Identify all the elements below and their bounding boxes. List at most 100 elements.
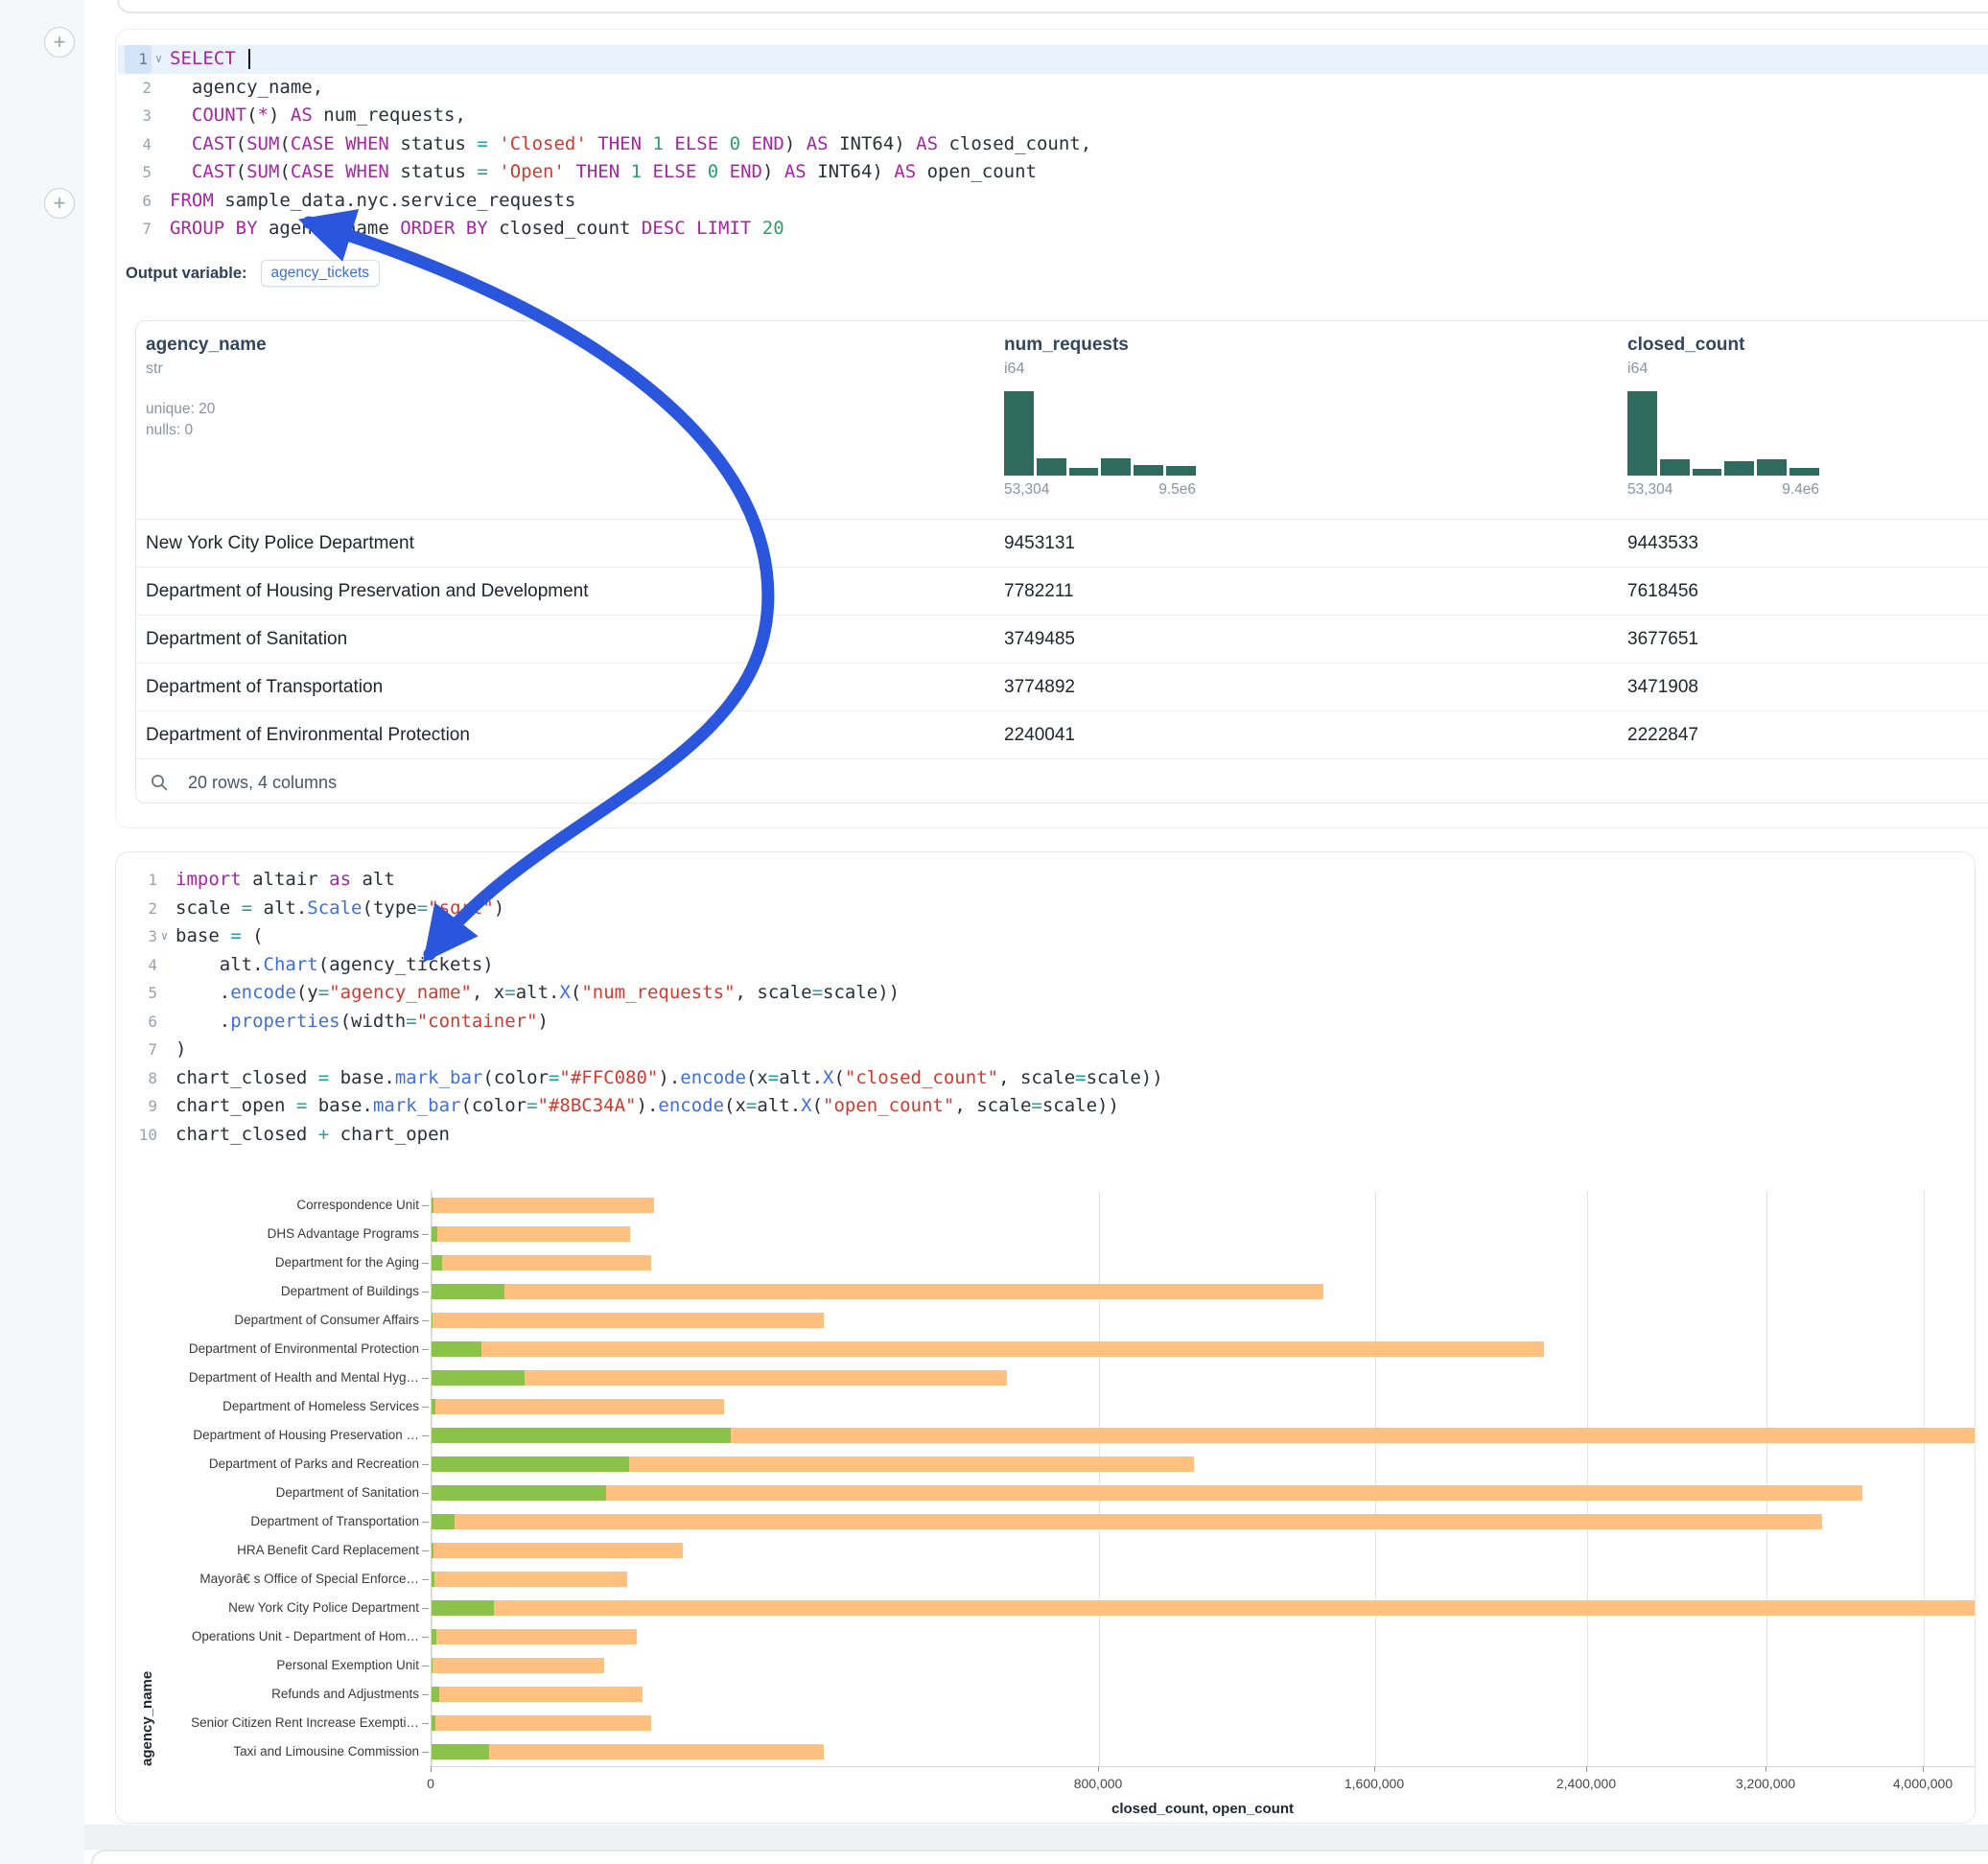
y-tick-mark [422, 1637, 429, 1638]
bar-open-count[interactable] [432, 1572, 434, 1587]
bar-open-count[interactable] [432, 1629, 436, 1644]
code-line-5[interactable]: 5 .encode(y="agency_name", x=alt.X("num_… [124, 979, 1975, 1008]
bar-closed-count[interactable] [432, 1255, 651, 1270]
bar-closed-count[interactable] [432, 1399, 724, 1414]
bar-open-count[interactable] [432, 1341, 481, 1357]
bar-open-count[interactable] [432, 1226, 437, 1242]
table-row[interactable]: New York City Police Department945313194… [136, 520, 1988, 568]
bar-closed-count[interactable] [432, 1284, 1323, 1299]
python-cell[interactable]: 1import altair as alt2scale = alt.Scale(… [115, 851, 1976, 1824]
code-line-8[interactable]: 8chart_closed = base.mark_bar(color="#FF… [124, 1064, 1975, 1093]
x-gridline [1924, 1191, 1925, 1766]
table-cell: Department of Housing Preservation and D… [146, 581, 589, 602]
bar-open-count[interactable] [432, 1284, 504, 1299]
y-axis-label: DHS Advantage Programs [116, 1226, 419, 1241]
y-axis-label: Mayorâ€ s Office of Special Enforce… [116, 1572, 419, 1586]
y-axis-label: Department for the Aging [116, 1255, 419, 1270]
y-tick-mark [422, 1320, 429, 1321]
bar-open-count[interactable] [432, 1658, 433, 1673]
bar-closed-count[interactable] [432, 1572, 627, 1587]
bar-closed-count[interactable] [432, 1198, 654, 1213]
y-tick-mark [422, 1579, 429, 1580]
code-line-3[interactable]: 3 COUNT(*) AS num_requests, [118, 102, 1988, 130]
bar-open-count[interactable] [432, 1600, 494, 1616]
column-header-closed_count[interactable]: closed_counti6453,3049.4e6 [1627, 335, 1819, 499]
bar-closed-count[interactable] [432, 1600, 1976, 1616]
table-row[interactable]: Department of Environmental Protection22… [136, 711, 1988, 759]
table-row[interactable]: Department of Transportation377489234719… [136, 664, 1988, 711]
bar-closed-count[interactable] [432, 1715, 651, 1731]
code-line-4[interactable]: 4 alt.Chart(agency_tickets) [124, 951, 1975, 980]
bar-open-count[interactable] [432, 1313, 433, 1328]
code-line-6[interactable]: 6FROM sample_data.nyc.service_requests [118, 187, 1988, 216]
bar-open-count[interactable] [432, 1399, 435, 1414]
bar-closed-count[interactable] [432, 1514, 1822, 1529]
bar-open-count[interactable] [432, 1543, 433, 1558]
bar-closed-count[interactable] [432, 1313, 824, 1328]
y-tick-mark [422, 1752, 429, 1753]
table-row[interactable]: Department of Housing Preservation and D… [136, 568, 1988, 616]
line-number-gutter: 4 [118, 130, 170, 159]
sql-cell[interactable]: 1∨SELECT 2 agency_name,3 COUNT(*) AS num… [115, 29, 1988, 828]
code-line-2[interactable]: 2 agency_name, [118, 74, 1988, 103]
y-axis-label: Department of Transportation [116, 1514, 419, 1528]
histogram-bar [1789, 468, 1819, 476]
line-number-gutter: 4 [124, 951, 175, 980]
bar-open-count[interactable] [432, 1715, 435, 1731]
output-variable-chip[interactable]: agency_tickets [261, 260, 381, 287]
code-line-10[interactable]: 10chart_closed + chart_open [124, 1121, 1975, 1150]
line-number-gutter: 5 [118, 158, 170, 187]
bar-closed-count[interactable] [432, 1543, 683, 1558]
add-cell-button[interactable]: + [44, 188, 75, 219]
fold-chevron-icon[interactable]: ∨ [157, 922, 172, 951]
y-tick-mark [422, 1205, 429, 1206]
sql-code-editor[interactable]: 1∨SELECT 2 agency_name,3 COUNT(*) AS num… [118, 45, 1988, 244]
code-line-5[interactable]: 5 CAST(SUM(CASE WHEN status = 'Open' THE… [118, 158, 1988, 187]
code-line-1[interactable]: 1∨SELECT [118, 45, 1988, 74]
bar-open-count[interactable] [432, 1456, 629, 1472]
bar-open-count[interactable] [432, 1744, 489, 1759]
bar-closed-count[interactable] [432, 1687, 643, 1702]
bar-closed-count[interactable] [432, 1485, 1862, 1501]
y-axis-label: Refunds and Adjustments [116, 1687, 419, 1701]
code-line-6[interactable]: 6 .properties(width="container") [124, 1008, 1975, 1037]
code-line-7[interactable]: 7GROUP BY agency_name ORDER BY closed_co… [118, 215, 1988, 244]
search-icon[interactable] [150, 773, 169, 792]
bar-closed-count[interactable] [432, 1341, 1544, 1357]
bar-closed-count[interactable] [432, 1629, 637, 1644]
add-cell-button[interactable]: + [44, 27, 75, 58]
bar-closed-count[interactable] [432, 1226, 630, 1242]
output-variable-row: Output variable: agency_tickets [126, 260, 380, 287]
python-code-editor[interactable]: 1import altair as alt2scale = alt.Scale(… [124, 866, 1975, 1149]
bar-open-count[interactable] [432, 1428, 731, 1443]
line-number: 7 [132, 215, 152, 244]
table-cell: New York City Police Department [146, 533, 414, 554]
code-text: ) [175, 1036, 186, 1064]
bar-open-count[interactable] [432, 1485, 606, 1501]
notebook-page: + + 1∨SELECT 2 agency_name,3 COUNT(*) AS… [0, 0, 1988, 1864]
code-line-7[interactable]: 7) [124, 1036, 1975, 1064]
code-line-3[interactable]: 3∨base = ( [124, 922, 1975, 951]
table-row[interactable]: Department of Sanitation37494853677651 [136, 616, 1988, 664]
column-header-num_requests[interactable]: num_requestsi6453,3049.5e6 [1004, 335, 1196, 499]
y-tick-mark [422, 1694, 429, 1695]
histogram-bar [1037, 458, 1066, 476]
bar-open-count[interactable] [432, 1514, 455, 1529]
column-header-agency_name[interactable]: agency_namestrunique: 20nulls: 0 [146, 335, 267, 441]
bar-closed-count[interactable] [432, 1744, 824, 1759]
x-tick-label: 0 [427, 1776, 434, 1791]
bar-open-count[interactable] [432, 1198, 433, 1213]
bar-open-count[interactable] [432, 1255, 442, 1270]
line-number: 7 [138, 1036, 157, 1064]
bar-open-count[interactable] [432, 1687, 439, 1702]
chart-plot-area [431, 1191, 1976, 1767]
code-line-2[interactable]: 2scale = alt.Scale(type="sqrt") [124, 895, 1975, 923]
bar-closed-count[interactable] [432, 1658, 604, 1673]
table-cell: 3471908 [1627, 677, 1698, 698]
code-line-1[interactable]: 1import altair as alt [124, 866, 1975, 895]
bar-open-count[interactable] [432, 1370, 525, 1386]
code-line-4[interactable]: 4 CAST(SUM(CASE WHEN status = 'Closed' T… [118, 130, 1988, 159]
y-axis-label: Personal Exemption Unit [116, 1658, 419, 1672]
fold-chevron-icon[interactable]: ∨ [152, 45, 166, 74]
code-line-9[interactable]: 9chart_open = base.mark_bar(color="#8BC3… [124, 1092, 1975, 1121]
